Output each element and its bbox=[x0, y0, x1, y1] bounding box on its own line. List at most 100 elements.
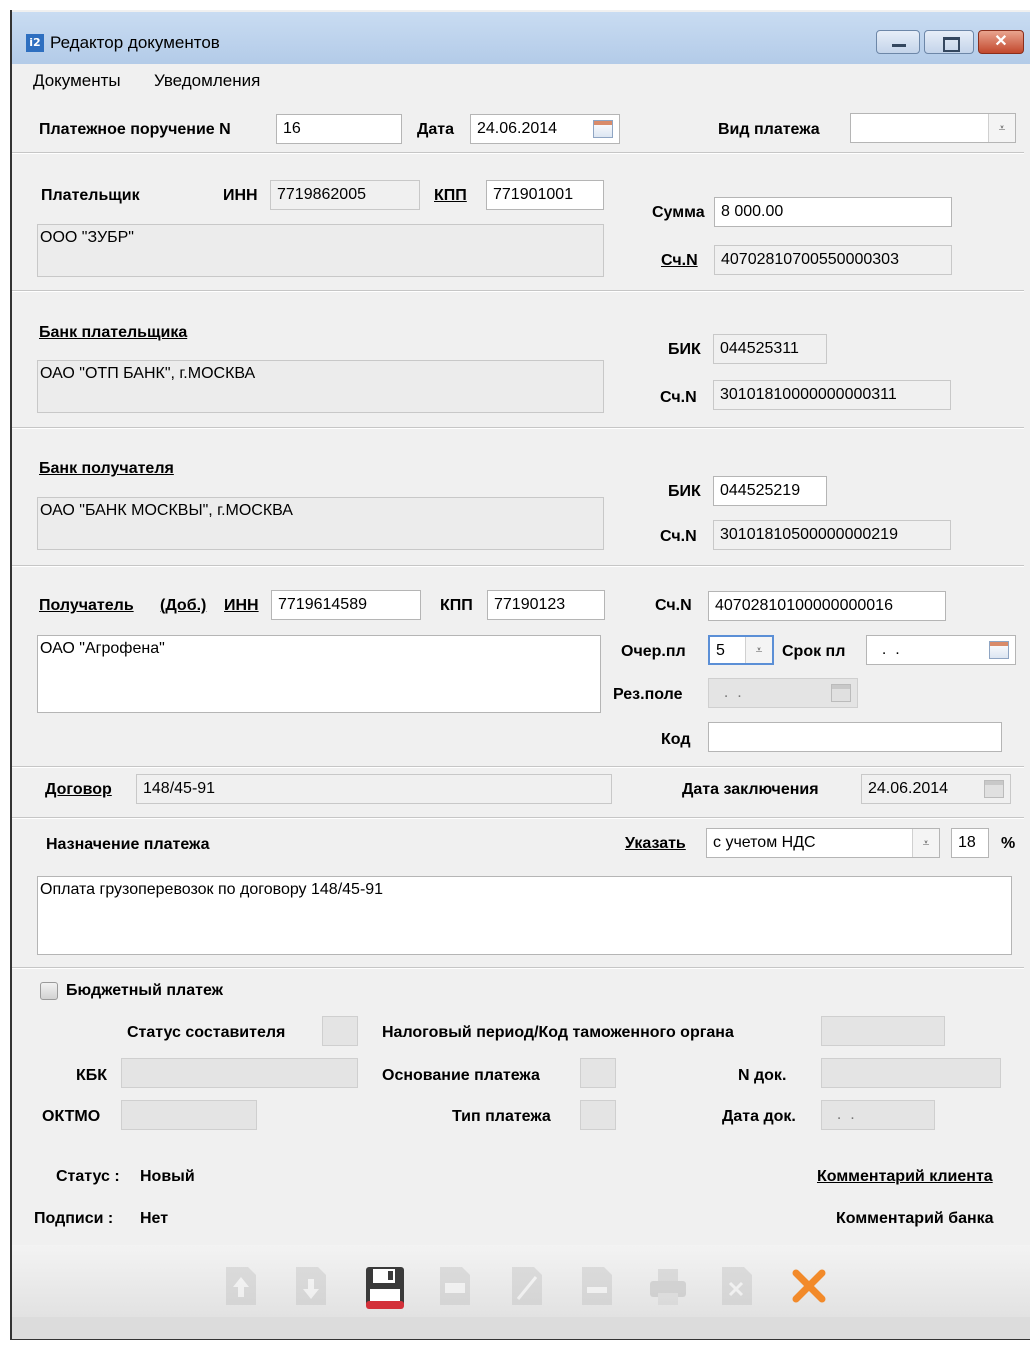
budget-checkbox-label: Бюджетный платеж bbox=[66, 982, 223, 999]
save-icon bbox=[366, 1267, 404, 1309]
move-up-button[interactable] bbox=[222, 1265, 260, 1307]
status-label: Статус : bbox=[56, 1168, 120, 1185]
copy-button[interactable] bbox=[578, 1265, 616, 1307]
kbk-field bbox=[121, 1058, 358, 1088]
move-down-button[interactable] bbox=[292, 1265, 330, 1307]
recipient-extra-link[interactable]: (Доб.) bbox=[160, 597, 206, 615]
composer-status-label: Статус составителя bbox=[127, 1024, 286, 1041]
budget-checkbox[interactable] bbox=[40, 982, 58, 1000]
doc-number-input[interactable]: 16 bbox=[276, 114, 402, 144]
app-icon: i2 bbox=[26, 34, 44, 52]
doc-date-value: . . bbox=[828, 1106, 855, 1123]
recipient-kpp-input[interactable]: 77190123 bbox=[487, 590, 605, 620]
status-bar bbox=[12, 1317, 1030, 1339]
payer-account-link[interactable]: Сч.N bbox=[661, 252, 698, 270]
payer-kpp-link[interactable]: КПП bbox=[434, 187, 467, 205]
payer-bank-name-field: ОАО "ОТП БАНК", г.МОСКВА bbox=[37, 360, 604, 413]
document-button[interactable] bbox=[436, 1265, 474, 1307]
dropdown-arrow-icon[interactable]: ⩡ bbox=[988, 114, 1015, 142]
composer-status-field bbox=[322, 1016, 358, 1046]
divider bbox=[12, 766, 1024, 768]
payer-bank-account-label: Сч.N bbox=[660, 389, 697, 406]
calendar-icon bbox=[831, 684, 851, 702]
vat-rate-input[interactable]: 18 bbox=[951, 828, 989, 858]
calendar-icon bbox=[984, 780, 1004, 798]
recipient-kpp-label: КПП bbox=[440, 597, 473, 614]
contract-date-value: 24.06.2014 bbox=[868, 780, 949, 797]
calendar-icon[interactable] bbox=[593, 120, 613, 138]
bank-comment-label: Комментарий банка bbox=[836, 1210, 994, 1227]
purpose-label: Назначение платежа bbox=[46, 836, 210, 853]
dropdown-arrow-icon[interactable]: ⩡ bbox=[912, 829, 939, 857]
contract-link[interactable]: Договор bbox=[45, 781, 112, 799]
recipient-bank-link[interactable]: Банк получателя bbox=[39, 460, 174, 478]
payer-bank-bik-field: 044525311 bbox=[713, 334, 827, 364]
print-button[interactable] bbox=[648, 1265, 686, 1307]
window-title: Редактор документов bbox=[50, 33, 220, 52]
doc-no-field bbox=[821, 1058, 1001, 1088]
signatures-label: Подписи : bbox=[34, 1210, 114, 1227]
save-button[interactable] bbox=[364, 1265, 404, 1309]
recipient-bank-name-field: ОАО "БАНК МОСКВЫ", г.МОСКВА bbox=[37, 497, 604, 550]
priority-value: 5 bbox=[716, 642, 725, 659]
tax-period-label: Налоговый период/Код таможенного органа bbox=[382, 1024, 734, 1041]
payer-inn-field: 7719862005 bbox=[270, 180, 420, 210]
client-comment-link[interactable]: Комментарий клиента bbox=[817, 1168, 993, 1186]
payment-type-label: Вид платежа bbox=[718, 121, 820, 138]
cancel-button[interactable] bbox=[790, 1265, 828, 1307]
down-arrow-icon bbox=[296, 1267, 326, 1305]
maximize-button[interactable] bbox=[924, 30, 974, 54]
pay-type-field bbox=[580, 1100, 616, 1130]
close-window-button[interactable]: ✕ bbox=[978, 30, 1024, 54]
payer-kpp-input[interactable]: 771901001 bbox=[486, 180, 604, 210]
close-icon: ✕ bbox=[994, 33, 1008, 50]
dropdown-arrow-icon[interactable]: ⩡ bbox=[745, 637, 772, 663]
menu-notifications[interactable]: Уведомления bbox=[154, 71, 260, 91]
payment-type-select[interactable]: ⩡ bbox=[850, 113, 1016, 143]
up-arrow-icon bbox=[226, 1267, 256, 1305]
contract-field: 148/45-91 bbox=[136, 774, 612, 804]
priority-label: Очер.пл bbox=[621, 643, 686, 660]
recipient-name-input[interactable]: ОАО "Агрофена" bbox=[37, 635, 601, 713]
calendar-icon[interactable] bbox=[989, 641, 1009, 659]
divider bbox=[12, 817, 1024, 819]
reserve-label: Рез.поле bbox=[613, 686, 683, 703]
copy-icon bbox=[582, 1267, 612, 1305]
vat-option: с учетом НДС bbox=[713, 834, 816, 851]
payer-name-field: ООО "ЗУБР" bbox=[37, 224, 604, 277]
edit-icon bbox=[512, 1267, 542, 1305]
kbk-label: КБК bbox=[76, 1067, 108, 1084]
doc-no-label: N док. bbox=[738, 1067, 787, 1084]
doc-date-label: Дата док. bbox=[722, 1108, 796, 1125]
sum-input[interactable]: 8 000.00 bbox=[714, 197, 952, 227]
recipient-inn-link[interactable]: ИНН bbox=[224, 597, 259, 615]
print-icon bbox=[650, 1269, 686, 1305]
delete-document-button[interactable] bbox=[718, 1265, 756, 1307]
doc-date-field: . . bbox=[821, 1100, 935, 1130]
vat-select[interactable]: с учетом НДС ⩡ bbox=[706, 828, 940, 858]
recipient-bank-account-field: 30101810500000000219 bbox=[713, 520, 951, 550]
purpose-text-input[interactable]: Оплата грузоперевозок по договору 148/45… bbox=[37, 876, 1012, 955]
tax-period-field bbox=[821, 1016, 945, 1046]
edit-button[interactable] bbox=[508, 1265, 546, 1307]
menu-documents[interactable]: Документы bbox=[33, 71, 121, 91]
term-input[interactable]: . . bbox=[866, 635, 1016, 665]
recipient-account-label: Сч.N bbox=[655, 597, 692, 614]
priority-select[interactable]: 5 ⩡ bbox=[708, 635, 774, 665]
payer-bank-link[interactable]: Банк плательщика bbox=[39, 324, 187, 342]
recipient-inn-input[interactable]: 7719614589 bbox=[271, 590, 421, 620]
recipient-account-input[interactable]: 40702810100000000016 bbox=[708, 591, 946, 621]
payer-bank-bik-label: БИК bbox=[668, 341, 701, 358]
date-input[interactable]: 24.06.2014 bbox=[470, 114, 620, 144]
recipient-link[interactable]: Получатель bbox=[39, 597, 134, 615]
signatures-value: Нет bbox=[140, 1210, 169, 1227]
pay-type-label: Тип платежа bbox=[452, 1108, 551, 1125]
contract-date-field: 24.06.2014 bbox=[861, 774, 1011, 804]
specify-link[interactable]: Указать bbox=[625, 835, 686, 853]
code-label: Код bbox=[661, 731, 691, 748]
date-value: 24.06.2014 bbox=[477, 120, 558, 137]
code-input[interactable] bbox=[708, 722, 1002, 752]
minimize-button[interactable] bbox=[876, 30, 920, 54]
reserve-value: . . bbox=[715, 684, 742, 701]
recipient-bank-bik-input[interactable]: 044525219 bbox=[713, 476, 827, 506]
